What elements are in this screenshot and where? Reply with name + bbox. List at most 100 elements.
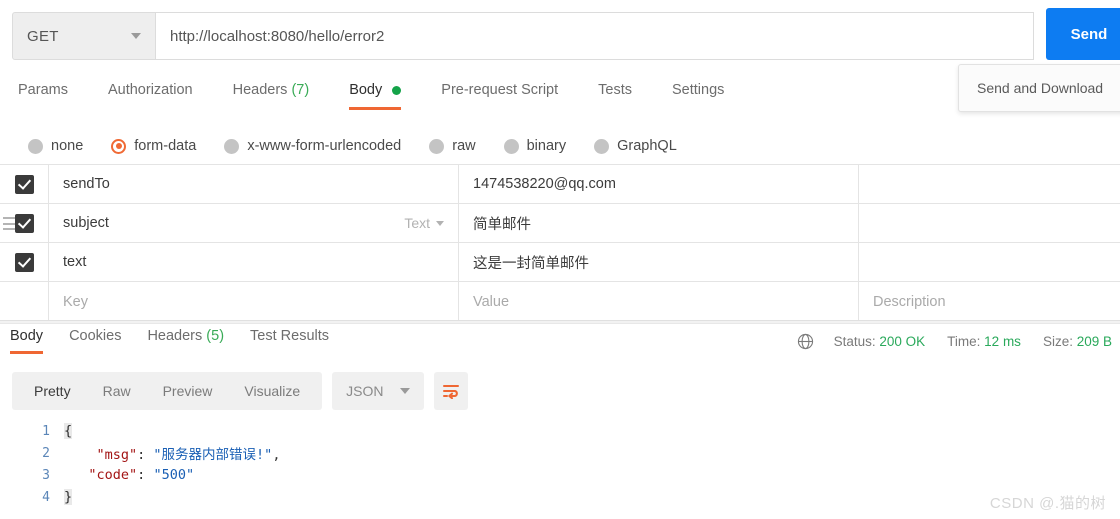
response-language-select[interactable]: JSON <box>332 372 424 410</box>
size-value: 209 B <box>1076 333 1112 349</box>
time-label: Time: <box>947 333 981 349</box>
row-enable-checkbox-cell <box>0 165 48 203</box>
row-key-text: text <box>63 254 87 270</box>
row-value-text: 简单邮件 <box>473 216 531 233</box>
row-key-text: subject <box>63 215 109 231</box>
code-content: "code": "500" <box>64 467 194 483</box>
row-value-input[interactable]: 这是一封简单邮件 <box>458 243 858 281</box>
row-type-label: Text <box>404 215 430 231</box>
body-type-urlencoded-label: x-www-form-urlencoded <box>247 138 402 154</box>
body-type-urlencoded[interactable]: x-www-form-urlencoded <box>224 138 401 154</box>
time-meta: Time: 12 ms <box>947 334 1021 349</box>
form-data-table: sendTo 1474538220@qq.com subject Text 简单… <box>0 164 1120 321</box>
row-enable-checkbox[interactable] <box>14 174 34 194</box>
response-pane-resizer[interactable] <box>0 320 1120 324</box>
tab-pre-request-script[interactable]: Pre-request Script <box>441 76 558 110</box>
url-input[interactable]: http://localhost:8080/hello/error2 <box>156 12 1034 60</box>
radio-icon <box>224 138 240 154</box>
code-token: "服务器内部错误!" <box>153 447 273 463</box>
body-type-graphql[interactable]: GraphQL <box>594 138 677 154</box>
size-label: Size: <box>1042 333 1073 349</box>
globe-icon[interactable] <box>797 333 814 350</box>
new-row-description-input[interactable]: Description <box>858 282 1120 321</box>
table-row: sendTo 1474538220@qq.com <box>0 165 1120 204</box>
row-key-input[interactable]: sendTo <box>48 165 458 203</box>
response-tabs: Body Cookies Headers (5) Test Results <box>0 326 600 360</box>
send-button[interactable]: Send <box>1046 8 1120 60</box>
new-row-value-input[interactable]: Value <box>458 282 858 321</box>
row-key-text: sendTo <box>63 176 110 192</box>
chevron-down-icon <box>436 220 444 226</box>
tab-headers[interactable]: Headers (7) <box>233 76 310 110</box>
status-label: Status: <box>833 333 876 349</box>
row-key-input[interactable]: subject Text <box>48 204 458 242</box>
line-number: 2 <box>42 445 50 461</box>
response-tab-cookies-label: Cookies <box>69 328 122 344</box>
row-enable-checkbox[interactable] <box>14 252 34 272</box>
code-token: { <box>64 423 73 439</box>
body-type-graphql-label: GraphQL <box>617 138 677 154</box>
body-type-radio-group: none form-data x-www-form-urlencoded raw… <box>0 128 1120 164</box>
radio-icon <box>28 138 43 154</box>
request-tabs: Params Authorization Headers (7) Body Pr… <box>0 76 1120 120</box>
response-view-mode-group: Pretty Raw Preview Visualize <box>12 372 323 410</box>
row-value-input[interactable]: 简单邮件 <box>458 204 858 242</box>
request-url-bar: GET http://localhost:8080/hello/error2 S… <box>0 0 1120 64</box>
response-tab-headers-count: (5) <box>206 328 225 344</box>
time-value: 12 ms <box>984 333 1021 349</box>
response-format-toolbar: Pretty Raw Preview Visualize JSON <box>12 372 468 410</box>
view-mode-visualize[interactable]: Visualize <box>228 372 316 410</box>
response-body-code[interactable]: 1 { 2 "msg": "服务器内部错误!", 3 "code": "500"… <box>0 420 1120 519</box>
body-type-binary-label: binary <box>526 138 567 154</box>
tab-authorization[interactable]: Authorization <box>108 76 193 110</box>
view-mode-pretty[interactable]: Pretty <box>18 372 87 410</box>
wrap-text-toggle[interactable] <box>433 372 468 410</box>
code-token: , <box>272 447 281 463</box>
http-method-label: GET <box>27 27 59 45</box>
row-key-input[interactable]: text <box>48 243 458 281</box>
tab-tests-label: Tests <box>598 82 632 98</box>
code-line: 2 "msg": "服务器内部错误!", <box>0 442 1120 464</box>
tab-body-label: Body <box>349 82 383 98</box>
response-tab-headers[interactable]: Headers (5) <box>147 326 224 354</box>
row-enable-checkbox[interactable] <box>14 213 34 233</box>
new-row-key-input[interactable]: Key <box>48 282 458 321</box>
row-enable-checkbox-cell <box>0 282 48 321</box>
chevron-down-icon <box>399 388 410 394</box>
response-tab-body[interactable]: Body <box>10 326 44 354</box>
response-tab-headers-label: Headers <box>147 328 203 344</box>
response-tab-cookies[interactable]: Cookies <box>69 326 121 354</box>
line-number: 1 <box>42 423 50 439</box>
size-meta: Size: 209 B <box>1043 334 1112 349</box>
view-mode-preview[interactable]: Preview <box>147 372 229 410</box>
response-meta-bar: Status: 200 OK Time: 12 ms Size: 209 B <box>797 326 1120 356</box>
table-row: subject Text 简单邮件 <box>0 204 1120 243</box>
code-token: : <box>137 447 154 463</box>
response-tab-test-results[interactable]: Test Results <box>250 326 329 354</box>
wrap-text-icon <box>442 385 459 399</box>
view-mode-raw[interactable]: Raw <box>87 372 147 410</box>
row-type-select[interactable]: Text <box>404 215 444 231</box>
row-enable-checkbox-cell <box>0 243 48 281</box>
tab-body[interactable]: Body <box>349 76 402 110</box>
code-token: "500" <box>153 467 195 483</box>
row-description-input[interactable] <box>858 243 1120 281</box>
row-description-input[interactable] <box>858 204 1120 242</box>
body-type-raw[interactable]: raw <box>429 138 476 154</box>
status-meta: Status: 200 OK <box>834 334 926 349</box>
tab-settings[interactable]: Settings <box>672 76 724 110</box>
code-token: "msg" <box>96 447 138 463</box>
row-value-input[interactable]: 1474538220@qq.com <box>458 165 858 203</box>
code-line: 3 "code": "500" <box>0 464 1120 486</box>
row-description-input[interactable] <box>858 165 1120 203</box>
body-type-none[interactable]: none <box>28 138 83 154</box>
response-language-label: JSON <box>346 383 384 399</box>
tab-params[interactable]: Params <box>18 76 68 110</box>
tab-tests[interactable]: Tests <box>598 76 632 110</box>
body-type-binary[interactable]: binary <box>503 138 567 154</box>
body-type-form-data[interactable]: form-data <box>111 138 196 154</box>
http-method-select[interactable]: GET <box>12 12 156 60</box>
tab-params-label: Params <box>18 82 68 98</box>
